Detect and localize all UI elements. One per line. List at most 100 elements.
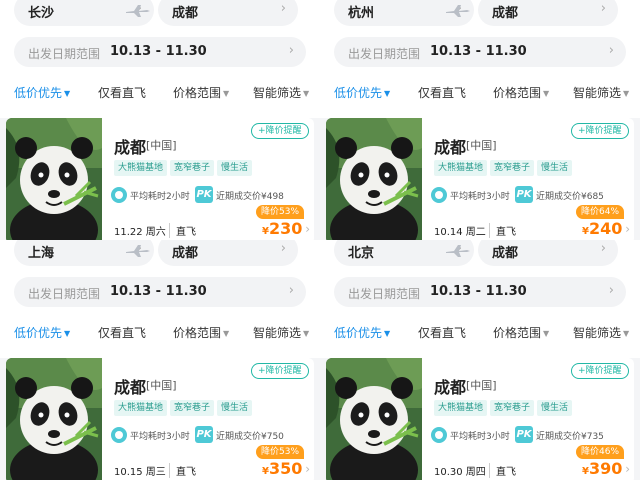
filter-smart[interactable]: 智能筛选 ▼: [253, 84, 309, 101]
caret-down-icon: ▼: [303, 329, 310, 338]
arrival-city-field[interactable]: 成都 ›: [158, 0, 298, 26]
caret-down-icon: ▼: [623, 329, 630, 338]
departure-date-range-field[interactable]: 出发日期范围 10.13 - 11.30 ›: [334, 37, 626, 67]
caret-down-icon: ▼: [223, 329, 230, 338]
filter-low-price-first[interactable]: 低价优先 ▼: [14, 324, 70, 341]
departure-date-range-field[interactable]: 出发日期范围 10.13 - 11.30 ›: [334, 277, 626, 307]
tag: 宽窄巷子: [490, 400, 535, 416]
discount-badge: 降价53%: [256, 445, 305, 459]
tag: 宽窄巷子: [170, 160, 215, 176]
arrival-city-field[interactable]: 成都 ›: [478, 0, 618, 26]
tag: 大熊猫基地: [434, 160, 488, 176]
pk-badge-icon: PK: [515, 426, 533, 443]
price-drop-alert-button[interactable]: +降价提醒: [571, 123, 629, 139]
filter-label: 仅看直飞: [418, 86, 467, 100]
filter-label: 仅看直飞: [98, 326, 147, 340]
plane-icon: [126, 5, 150, 17]
recent-deal-price: 近期成交价¥750: [216, 432, 284, 442]
price: ¥240: [582, 219, 622, 238]
price-amount: 230: [268, 219, 303, 238]
chevron-right-icon: ›: [280, 1, 286, 16]
filter-price-range[interactable]: 价格范围 ▼: [493, 84, 549, 101]
date-range-value: 10.13 - 11.30: [430, 44, 527, 59]
tag: 大熊猫基地: [434, 400, 488, 416]
chevron-right-icon: ›: [305, 462, 310, 476]
panda-photo: [326, 118, 422, 240]
date-range-label: 出发日期范围: [28, 287, 101, 301]
search-area: 上海 › 成都 › 出发日期范围 10.13 - 11.30 › 低价优先▼ 仅…: [0, 240, 320, 358]
filter-label: 智能筛选: [573, 86, 622, 100]
date-range-value: 10.13 - 11.30: [110, 284, 207, 299]
filter-bar: 低价优先 ▼ 仅看直飞 价格范围 ▼ 智能筛选 ▼: [0, 324, 320, 342]
filter-direct-only[interactable]: 仅看直飞: [98, 324, 146, 341]
departure-city-label: 北京: [348, 246, 375, 261]
chevron-right-icon: ›: [608, 43, 614, 58]
flight-date: 10.30 周四: [434, 467, 486, 478]
filter-low-price-first[interactable]: 低价优先 ▼: [334, 324, 390, 341]
destination-country: [中国]: [146, 379, 177, 392]
filter-bar: 低价优先 ▼ 仅看直飞 价格范围 ▼ 智能筛选 ▼: [320, 84, 640, 102]
destination-city: 成都: [434, 378, 467, 397]
price-drop-alert-button[interactable]: +降价提醒: [571, 363, 629, 379]
chevron-right-icon: ›: [288, 43, 294, 58]
chevron-right-icon: ›: [280, 241, 286, 256]
filter-price-range[interactable]: 价格范围 ▼: [493, 324, 549, 341]
caret-down-icon: ▼: [64, 89, 71, 98]
caret-down-icon: ▼: [223, 89, 230, 98]
flight-deal-card[interactable]: 成都 [中国] +降价提醒 大熊猫基地 宽窄巷子 慢生活 平均耗时2小时 PK …: [6, 118, 314, 240]
plane-icon: [446, 5, 470, 17]
filter-price-range[interactable]: 价格范围 ▼: [173, 84, 229, 101]
filter-direct-only[interactable]: 仅看直飞: [418, 324, 466, 341]
clock-icon: [111, 427, 127, 443]
currency-symbol: ¥: [582, 226, 589, 237]
departure-date-range-field[interactable]: 出发日期范围 10.13 - 11.30 ›: [14, 37, 306, 67]
filter-smart[interactable]: 智能筛选 ▼: [253, 324, 309, 341]
chevron-right-icon: ›: [600, 241, 606, 256]
tag: 慢生活: [537, 160, 573, 176]
tag: 大熊猫基地: [114, 400, 168, 416]
tag: 慢生活: [217, 160, 253, 176]
filter-direct-only[interactable]: 仅看直飞: [98, 84, 146, 101]
average-duration: 平均耗时3小时: [450, 432, 510, 442]
direct-flight-label: 直飞: [489, 463, 516, 478]
direct-flight-label: 直飞: [169, 223, 196, 238]
filter-label: 低价优先: [334, 86, 383, 100]
caret-down-icon: ▼: [303, 89, 310, 98]
filter-direct-only[interactable]: 仅看直飞: [418, 84, 466, 101]
departure-date-range-field[interactable]: 出发日期范围 10.13 - 11.30 ›: [14, 277, 306, 307]
chevron-right-icon: ›: [288, 283, 294, 298]
arrival-city-field[interactable]: 成都 ›: [158, 240, 298, 266]
price: ¥350: [262, 459, 302, 478]
pk-badge-icon: PK: [195, 426, 213, 443]
arrival-city-field[interactable]: 成都 ›: [478, 240, 618, 266]
chevron-right-icon: ›: [600, 1, 606, 16]
filter-low-price-first[interactable]: 低价优先 ▼: [334, 84, 390, 101]
price-drop-alert-button[interactable]: +降价提醒: [251, 123, 309, 139]
flight-date: 10.14 周二: [434, 227, 486, 238]
destination-country: [中国]: [466, 379, 497, 392]
clock-icon: [431, 187, 447, 203]
filter-smart[interactable]: 智能筛选 ▼: [573, 324, 629, 341]
flight-search-panel-shanghai: 上海 › 成都 › 出发日期范围 10.13 - 11.30 › 低价优先▼ 仅…: [0, 240, 320, 480]
price: ¥390: [582, 459, 622, 478]
chevron-right-icon: ›: [305, 222, 310, 236]
caret-down-icon: ▼: [543, 329, 550, 338]
flight-deal-card[interactable]: 成都 [中国] +降价提醒 大熊猫基地 宽窄巷子 慢生活 平均耗时3小时 PK …: [326, 118, 634, 240]
recent-deal-price: 近期成交价¥685: [536, 192, 604, 202]
currency-symbol: ¥: [262, 226, 269, 237]
caret-down-icon: ▼: [384, 329, 391, 338]
price-drop-alert-button[interactable]: +降价提醒: [251, 363, 309, 379]
flight-deal-card[interactable]: 成都 [中国] +降价提醒 大熊猫基地 宽窄巷子 慢生活 平均耗时3小时 PK …: [326, 358, 634, 480]
departure-city-label: 杭州: [348, 6, 375, 21]
filter-low-price-first[interactable]: 低价优先 ▼: [14, 84, 70, 101]
pk-badge-icon: PK: [515, 186, 533, 203]
departure-city-label: 上海: [28, 246, 55, 261]
direct-flight-label: 直飞: [169, 463, 196, 478]
caret-down-icon: ▼: [543, 89, 550, 98]
filter-price-range[interactable]: 价格范围 ▼: [173, 324, 229, 341]
flight-search-panel-changsha: 长沙 › 成都 › 出发日期范围 10.13 - 11.30 › 低价优先▼ 仅…: [0, 0, 320, 240]
filter-smart[interactable]: 智能筛选 ▼: [573, 84, 629, 101]
destination-city: 成都: [114, 138, 147, 157]
flight-deal-card[interactable]: 成都 [中国] +降价提醒 大熊猫基地 宽窄巷子 慢生活 平均耗时3小时 PK …: [6, 358, 314, 480]
clock-icon: [431, 427, 447, 443]
